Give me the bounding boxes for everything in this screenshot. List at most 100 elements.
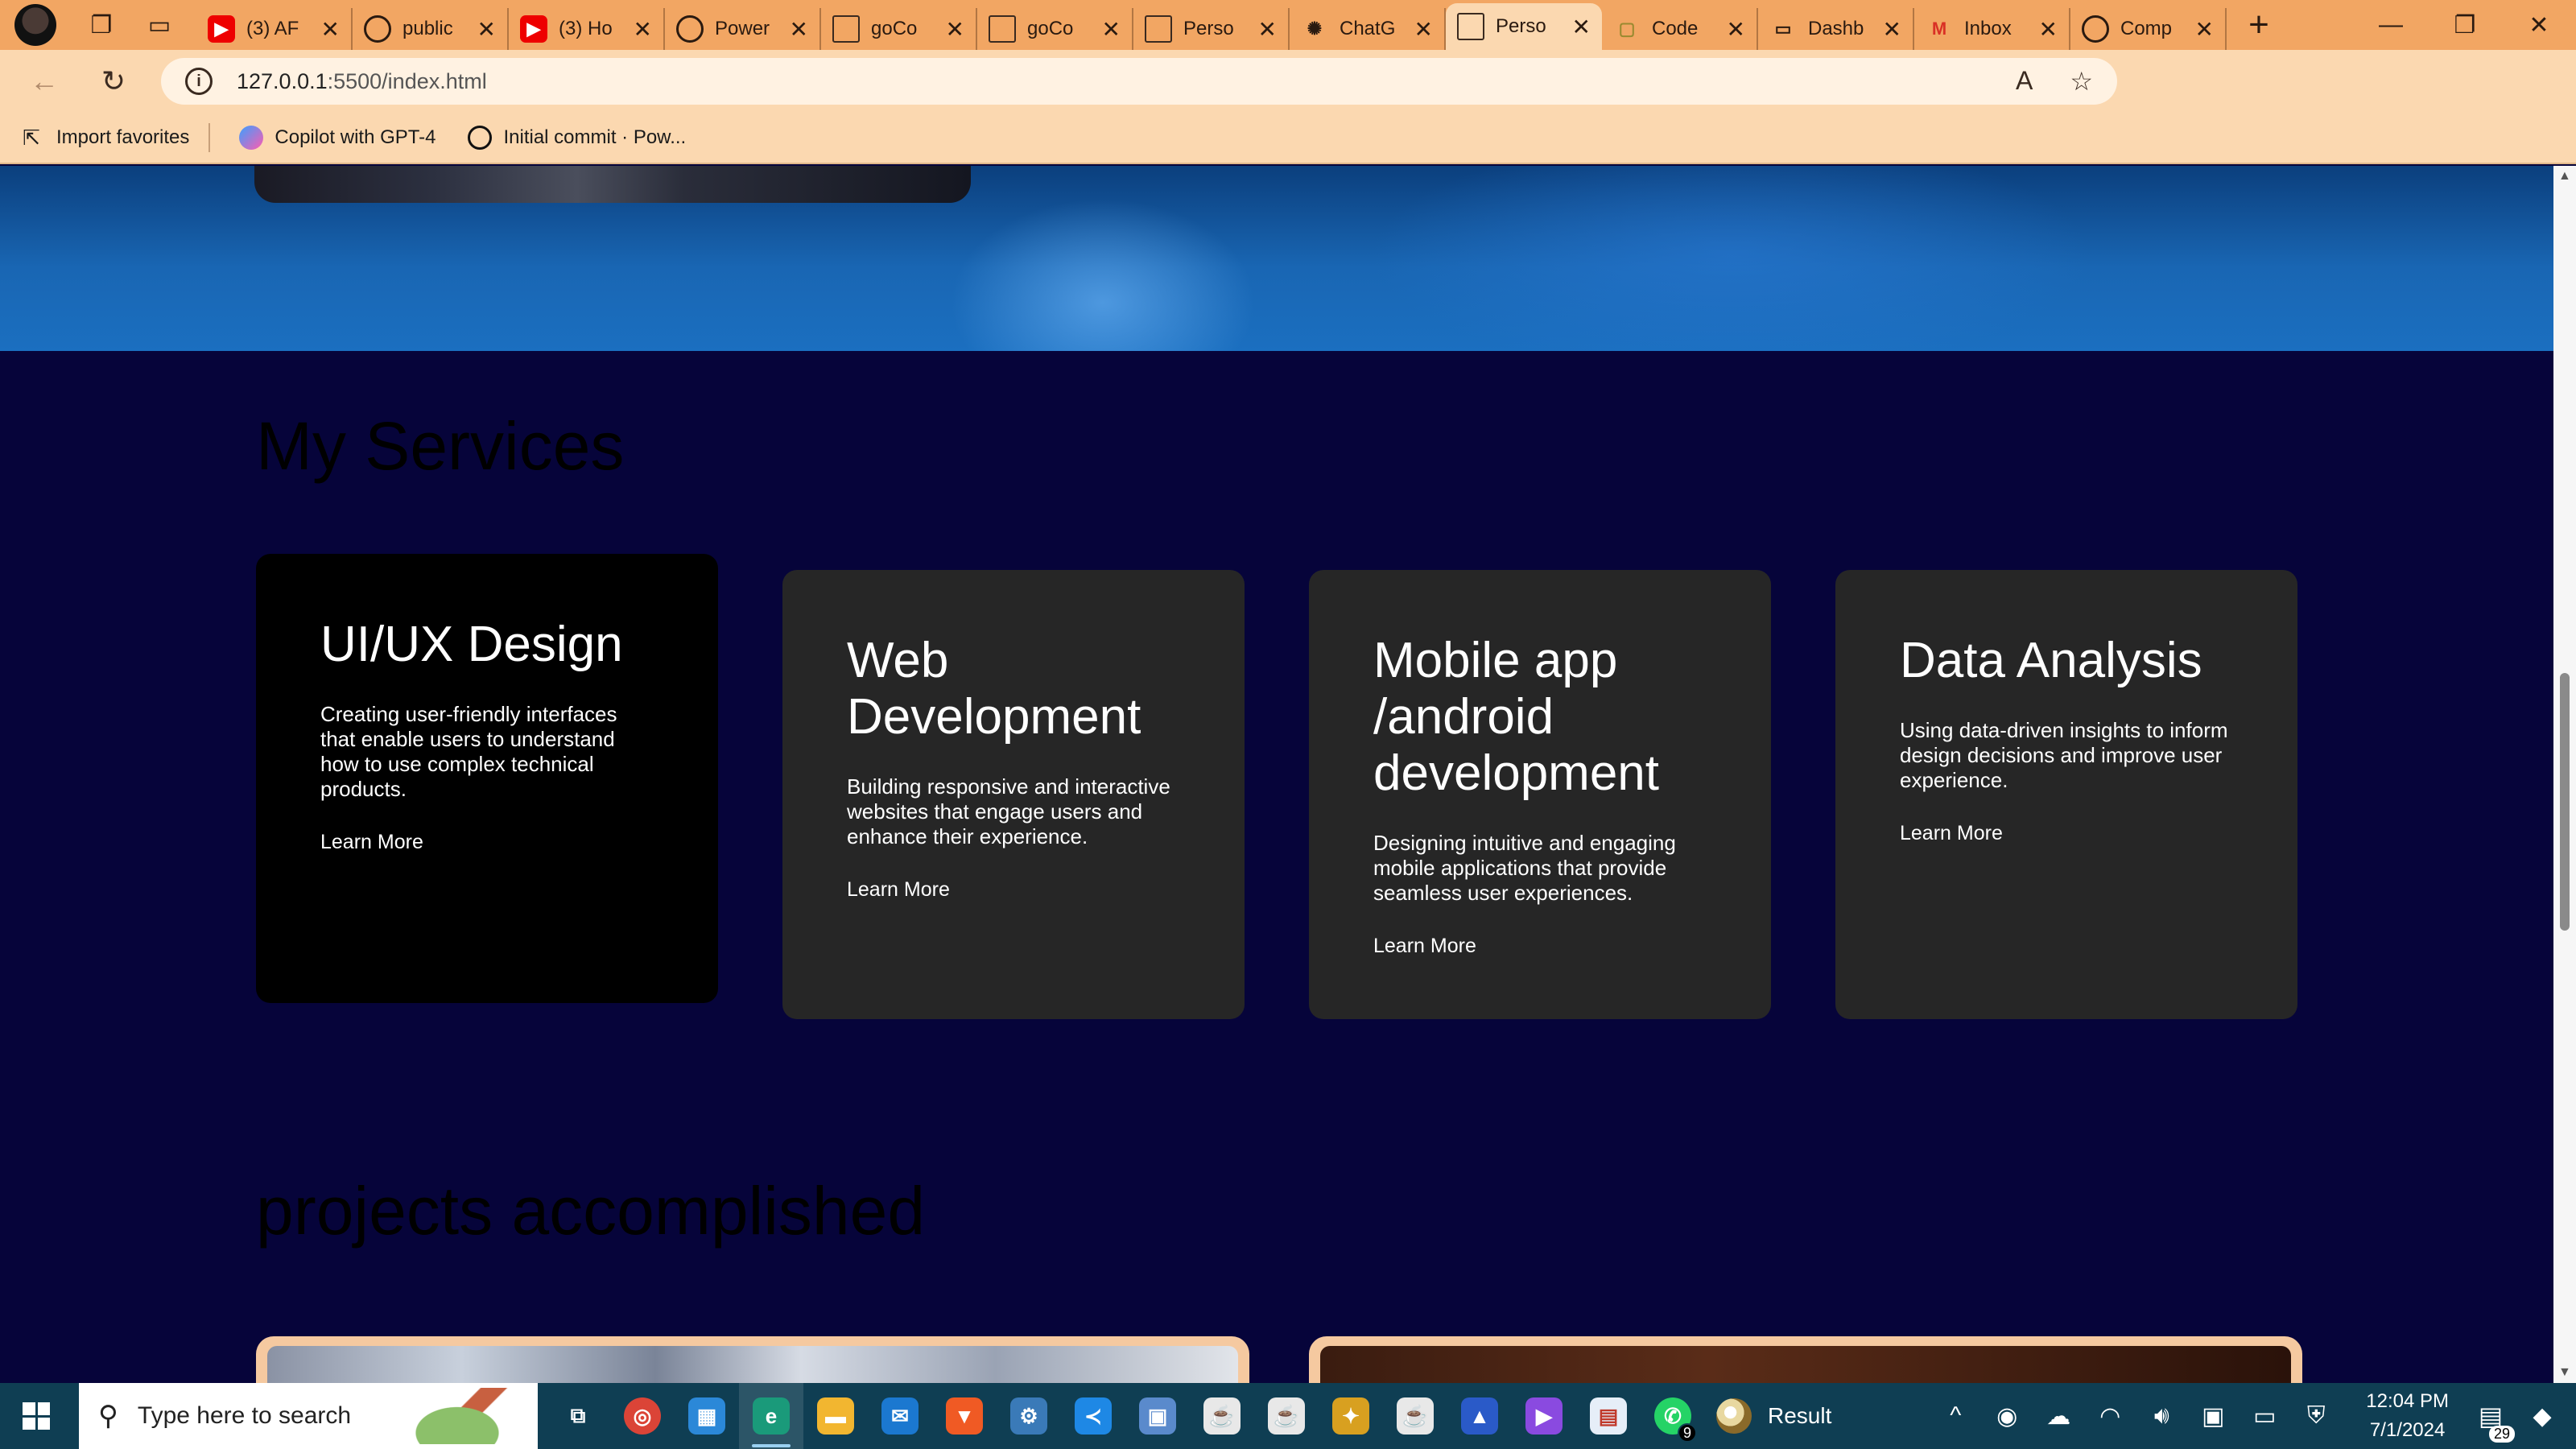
tab-close-icon[interactable]: ✕ xyxy=(946,16,964,43)
taskbar-app-button[interactable]: ✆ 9 xyxy=(1641,1383,1705,1449)
restore-button[interactable]: ❐ xyxy=(2428,0,2502,50)
learn-more-link[interactable]: Learn More xyxy=(320,831,423,853)
github-icon xyxy=(364,15,391,43)
github-icon xyxy=(676,15,704,43)
page-scrollbar[interactable]: ▲ ▼ xyxy=(2553,166,2576,1383)
taskbar-app-button[interactable]: ✉ xyxy=(868,1383,932,1449)
scroll-thumb[interactable] xyxy=(2560,673,2570,931)
taskbar-app-button[interactable]: ▣ xyxy=(1125,1383,1190,1449)
start-button[interactable] xyxy=(0,1383,72,1449)
read-aloud-icon[interactable]: A xyxy=(2016,66,2033,97)
browser-tab[interactable]: ▢ Code ✕ xyxy=(1602,8,1758,50)
browser-tab[interactable]: M Inbox ✕ xyxy=(1914,8,2070,50)
show-hidden-icons-icon[interactable]: ^ xyxy=(1930,1402,1981,1430)
youtube-icon: ▶ xyxy=(208,15,235,43)
learn-more-link[interactable]: Learn More xyxy=(847,878,950,901)
taskbar-app-button[interactable]: ≺ xyxy=(1061,1383,1125,1449)
refresh-button[interactable]: ↻ xyxy=(87,55,140,108)
service-card-uiux[interactable]: UI/UX Design Creating user-friendly inte… xyxy=(256,554,718,1003)
url-host: 127.0.0.1 xyxy=(237,68,328,93)
tab-close-icon[interactable]: ✕ xyxy=(1572,14,1591,40)
tab-close-icon[interactable]: ✕ xyxy=(1727,16,1745,43)
taskbar-app-button[interactable]: ▼ xyxy=(932,1383,997,1449)
notifications-button[interactable]: ▤ 29 xyxy=(2465,1401,2516,1443)
taskbar-app-button[interactable]: ☕ xyxy=(1190,1383,1254,1449)
clock[interactable]: 12:04 PM 7/1/2024 xyxy=(2366,1387,2449,1445)
taskbar-app-button[interactable]: ⚙ xyxy=(997,1383,1061,1449)
service-title: UI/UX Design xyxy=(320,617,623,672)
taskbar-app-button[interactable]: e xyxy=(739,1383,803,1449)
vscode-icon: ≺ xyxy=(1075,1397,1112,1435)
workspaces-icon[interactable]: ❐ xyxy=(80,4,122,46)
scroll-up-icon[interactable]: ▲ xyxy=(2558,169,2571,184)
favorite-initial-commit[interactable]: Initial commit · Pow... xyxy=(468,126,686,150)
browser-tab[interactable]: Comp ✕ xyxy=(2070,8,2227,50)
meet-now-icon[interactable]: ▣ xyxy=(2187,1402,2239,1430)
projects-heading: projects accomplished xyxy=(256,1173,926,1249)
service-card-web[interactable]: Web Development Building responsive and … xyxy=(782,570,1245,1019)
service-card-data[interactable]: Data Analysis Using data-driven insights… xyxy=(1835,570,2297,1019)
tab-close-icon[interactable]: ✕ xyxy=(2039,16,2058,43)
vertical-tabs-icon[interactable]: ▭ xyxy=(138,4,180,46)
battery-icon[interactable]: ▭ xyxy=(2239,1402,2290,1430)
tab-close-icon[interactable]: ✕ xyxy=(321,16,340,43)
service-card-mobile[interactable]: Mobile app /android development Designin… xyxy=(1309,570,1771,1019)
tab-close-icon[interactable]: ✕ xyxy=(1102,16,1121,43)
control-panel-icon: ⚙ xyxy=(1010,1397,1047,1435)
browser-tab[interactable]: ▭ Dashb ✕ xyxy=(1758,8,1914,50)
taskbar-app-button[interactable]: ▤ xyxy=(1576,1383,1641,1449)
minimize-button[interactable]: — xyxy=(2354,0,2428,50)
favorite-star-icon[interactable]: ☆ xyxy=(2070,66,2093,97)
taskbar-app-button[interactable]: ✦ xyxy=(1319,1383,1383,1449)
volume-icon[interactable]: 🔊︎ xyxy=(2136,1402,2187,1430)
onedrive-icon[interactable]: ☁ xyxy=(2033,1402,2084,1430)
favorite-copilot[interactable]: Copilot with GPT-4 xyxy=(239,126,436,150)
taskbar-app-button[interactable]: ☕ xyxy=(1383,1383,1447,1449)
browser-tab[interactable]: ✺ ChatG ✕ xyxy=(1290,8,1446,50)
tab-close-icon[interactable]: ✕ xyxy=(1258,16,1277,43)
edge-tray-icon[interactable]: ◉ xyxy=(1981,1402,2033,1430)
tab-close-icon[interactable]: ✕ xyxy=(790,16,808,43)
project-card[interactable] xyxy=(256,1336,1249,1383)
service-title: Data Analysis xyxy=(1900,633,2202,688)
browser-tab[interactable]: ▶ (3) AF ✕ xyxy=(196,8,353,50)
taskbar-app-button[interactable]: ▦ xyxy=(675,1383,739,1449)
windows-taskbar: ⚲ Type here to search ⧉ ◎ ▦ e ▬ ✉ ▼ ⚙ ≺ ▣ ☕ ☕ ✦ ☕ ▲ ▶ ▤ ✆… xyxy=(0,1383,2576,1449)
tab-close-icon[interactable]: ✕ xyxy=(2195,16,2214,43)
browser-tab[interactable]: Power ✕ xyxy=(665,8,821,50)
tab-close-icon[interactable]: ✕ xyxy=(477,16,496,43)
site-info-icon[interactable]: i xyxy=(185,68,213,95)
new-tab-button[interactable]: + xyxy=(2238,5,2280,45)
wifi-icon[interactable]: ◠ xyxy=(2084,1402,2136,1430)
browser-tab[interactable]: ▶ (3) Ho ✕ xyxy=(509,8,665,50)
taskbar-app-button[interactable]: ◎ xyxy=(610,1383,675,1449)
taskbar-app-button[interactable]: ☕ xyxy=(1254,1383,1319,1449)
github-icon xyxy=(468,126,493,150)
learn-more-link[interactable]: Learn More xyxy=(1900,822,2003,844)
taskbar-app-button[interactable]: ▬ xyxy=(803,1383,868,1449)
tab-close-icon[interactable]: ✕ xyxy=(634,16,652,43)
copilot-taskbar-icon[interactable]: ◆ xyxy=(2516,1402,2568,1430)
browser-tab[interactable]: goCo ✕ xyxy=(821,8,977,50)
taskbar-app-result[interactable]: Result xyxy=(1716,1398,1831,1434)
taskbar-app-button[interactable]: ▲ xyxy=(1447,1383,1512,1449)
browser-tab[interactable]: public ✕ xyxy=(353,8,509,50)
browser-tab[interactable]: goCo ✕ xyxy=(977,8,1133,50)
scroll-down-icon[interactable]: ▼ xyxy=(2558,1365,2571,1380)
tab-label: (3) AF xyxy=(246,18,299,39)
address-bar[interactable]: i 127.0.0.1:5500/index.html A ☆ xyxy=(161,58,2117,105)
project-card[interactable] xyxy=(1309,1336,2302,1383)
tab-close-icon[interactable]: ✕ xyxy=(1414,16,1433,43)
security-icon[interactable]: ⛨ xyxy=(2290,1402,2342,1430)
tab-close-icon[interactable]: ✕ xyxy=(1883,16,1901,43)
taskbar-app-button[interactable]: ⧉ xyxy=(546,1383,610,1449)
taskbar-search[interactable]: ⚲ Type here to search xyxy=(79,1383,538,1449)
back-button[interactable]: ← xyxy=(18,55,71,108)
taskbar-app-button[interactable]: ▶ xyxy=(1512,1383,1576,1449)
learn-more-link[interactable]: Learn More xyxy=(1373,935,1476,957)
browser-tab[interactable]: Perso ✕ xyxy=(1446,3,1602,50)
favorite-import[interactable]: ⇱ Import favorites xyxy=(18,124,189,151)
browser-tab[interactable]: Perso ✕ xyxy=(1133,8,1290,50)
profile-avatar[interactable] xyxy=(14,4,56,46)
close-window-button[interactable]: ✕ xyxy=(2502,0,2576,50)
